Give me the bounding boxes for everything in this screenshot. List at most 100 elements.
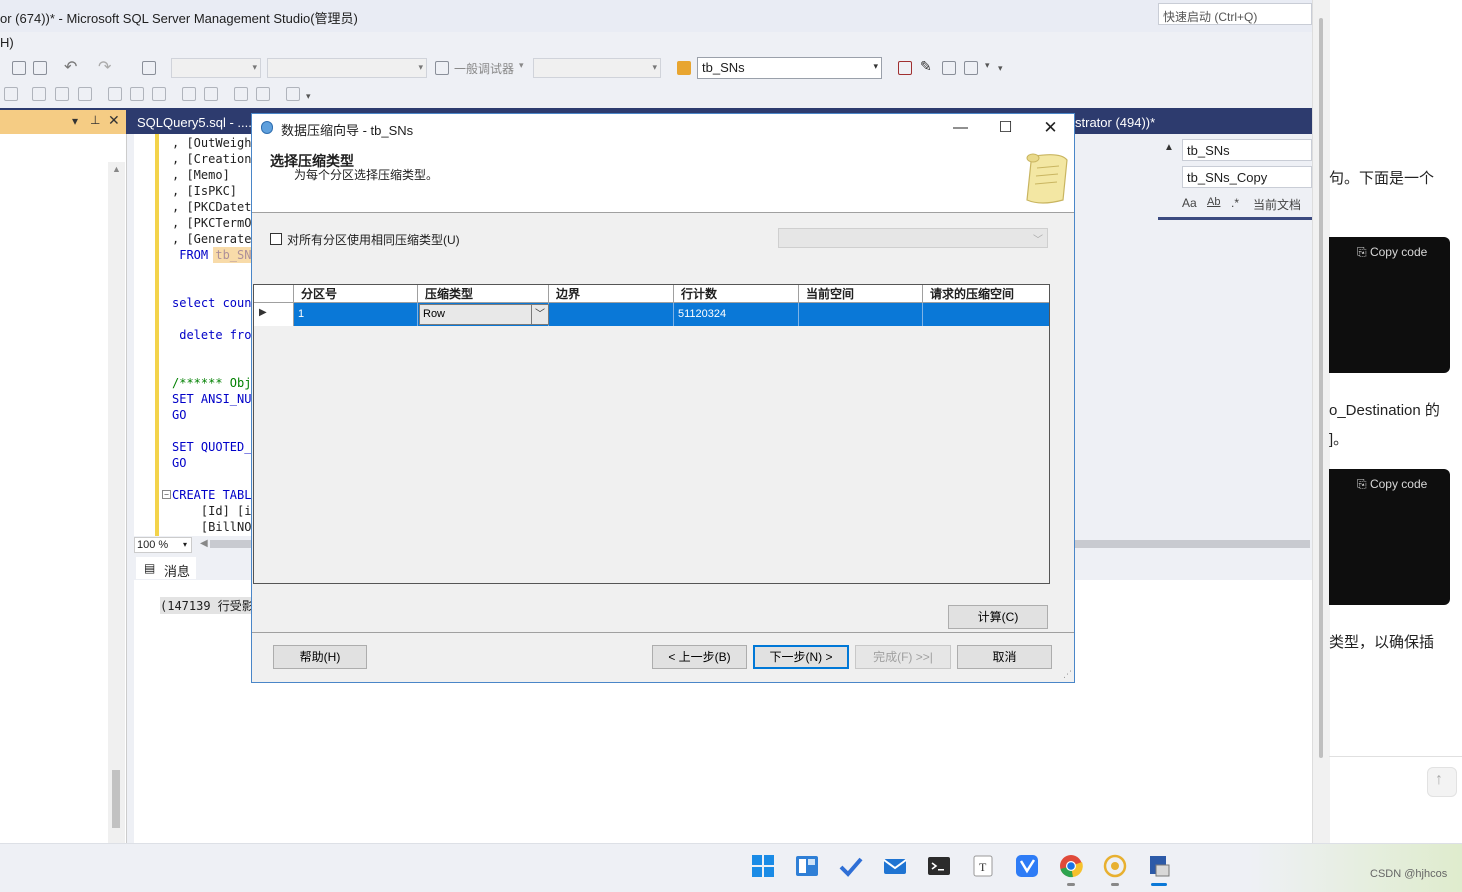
- cancel-button[interactable]: 取消: [957, 645, 1052, 669]
- specify-values-icon[interactable]: [286, 87, 300, 101]
- minimize-button[interactable]: —: [938, 114, 983, 142]
- resize-grip-icon[interactable]: ⋰: [1063, 669, 1072, 680]
- column-header[interactable]: 当前空间: [799, 285, 923, 303]
- object-explorer-scrollbar[interactable]: ▲: [108, 162, 125, 843]
- include-plan-icon[interactable]: [152, 87, 166, 101]
- paste-icon[interactable]: [33, 61, 47, 75]
- tab-other-query[interactable]: strator (494))*: [1075, 110, 1312, 134]
- find-scope-label[interactable]: 当前文档: [1253, 196, 1301, 213]
- row-selector[interactable]: ▶: [254, 303, 294, 326]
- scroll-to-top-button[interactable]: ↑: [1427, 767, 1457, 797]
- chevron-down-icon[interactable]: ▾: [519, 60, 524, 71]
- layout-dropdown-icon[interactable]: ▾: [985, 60, 990, 71]
- platform-combo[interactable]: ▾: [267, 58, 427, 78]
- clipboard-icon: ⎘: [1357, 477, 1370, 491]
- cell-requested-space[interactable]: [923, 303, 1049, 326]
- attach-icon[interactable]: [435, 61, 449, 75]
- debug-icon[interactable]: [142, 61, 156, 75]
- tab-messages[interactable]: ▤ 消息: [136, 557, 196, 579]
- redo-icon[interactable]: ↷: [98, 57, 111, 77]
- collapse-icon[interactable]: −: [162, 490, 171, 499]
- tab-sqlquery5[interactable]: SQLQuery5.sql - ....: [134, 110, 252, 134]
- results-to-text-icon[interactable]: [32, 87, 46, 101]
- object-explorer-scroll-thumb[interactable]: [112, 770, 120, 828]
- indent-icon[interactable]: [256, 87, 270, 101]
- same-compression-label[interactable]: 对所有分区使用相同压缩类型(U): [287, 231, 460, 248]
- toolbar-overflow-icon-2[interactable]: ▾: [306, 91, 311, 102]
- compression-type-select[interactable]: Row ﹀: [419, 304, 549, 325]
- regex-icon[interactable]: .*: [1231, 196, 1239, 210]
- column-header[interactable]: 分区号: [294, 285, 418, 303]
- app-flower-icon[interactable]: [1103, 854, 1127, 878]
- results-to-file-icon[interactable]: [78, 87, 92, 101]
- chrome-icon[interactable]: [1059, 854, 1083, 878]
- uncomment-icon[interactable]: [204, 87, 218, 101]
- debug-target-combo[interactable]: ▾: [533, 58, 661, 78]
- sql-editor[interactable]: , [OutWeight] , [CreationD , [Memo] , [I…: [134, 134, 252, 536]
- close-icon[interactable]: ✕: [108, 112, 120, 129]
- intellisense-icon[interactable]: [130, 87, 144, 101]
- object-explorer-tab[interactable]: ▾ ⊥ ✕: [0, 110, 126, 134]
- toolbox-icon[interactable]: [942, 61, 956, 75]
- cell-current-space[interactable]: [799, 303, 923, 326]
- find-input[interactable]: tb_SNs: [1182, 139, 1312, 161]
- data-compression-wizard-dialog: 数据压缩向导 - tb_SNs — ☐ ✕ 选择压缩类型 为每个分区选择压缩类型…: [251, 113, 1075, 683]
- cell-boundary[interactable]: [549, 303, 674, 326]
- replace-input[interactable]: tb_SNs_Copy: [1182, 166, 1312, 188]
- whole-word-toggle[interactable]: Ab: [1207, 196, 1220, 208]
- chevron-down-icon[interactable]: ﹀: [531, 305, 548, 324]
- column-header[interactable]: 压缩类型: [418, 285, 549, 303]
- wrench-icon[interactable]: ✎: [920, 58, 932, 75]
- typora-icon[interactable]: T: [971, 854, 995, 878]
- scroll-up-icon[interactable]: ▲: [112, 164, 121, 174]
- column-header[interactable]: 行计数: [674, 285, 799, 303]
- toolbar-overflow-icon[interactable]: ▾: [998, 63, 1003, 74]
- connect-icon[interactable]: [4, 87, 18, 101]
- execute-icon[interactable]: [898, 61, 912, 75]
- all-partitions-compression-combo[interactable]: ﹀: [778, 228, 1048, 248]
- code-line: [BillNO]: [172, 520, 252, 534]
- back-button[interactable]: < 上一步(B): [652, 645, 747, 669]
- pane-dropdown-icon[interactable]: ▾: [72, 114, 78, 128]
- query-options-icon[interactable]: [108, 87, 122, 101]
- terminal-icon[interactable]: [927, 854, 951, 878]
- outdent-icon[interactable]: [234, 87, 248, 101]
- widgets-icon[interactable]: [795, 854, 819, 878]
- same-compression-checkbox[interactable]: [270, 233, 282, 245]
- column-header[interactable]: 边界: [549, 285, 674, 303]
- close-button[interactable]: ✕: [1028, 114, 1073, 142]
- next-button[interactable]: 下一步(N) >: [753, 645, 849, 669]
- help-button[interactable]: 帮助(H): [273, 645, 367, 669]
- copy-code-button[interactable]: ⎘ Copy code: [1357, 245, 1427, 260]
- finish-button[interactable]: 完成(F) >>|: [855, 645, 951, 669]
- calculate-button[interactable]: 计算(C): [948, 605, 1048, 629]
- database-combo[interactable]: tb_SNs ▾: [697, 57, 882, 79]
- solution-config-combo[interactable]: ▾: [171, 58, 261, 78]
- table-row[interactable]: 1 51120324: [254, 303, 1049, 326]
- cell-row-count[interactable]: 51120324: [674, 303, 799, 326]
- feishu-icon[interactable]: [1015, 854, 1039, 878]
- zoom-combo[interactable]: 100 % ▾: [134, 537, 192, 553]
- comment-icon[interactable]: [182, 87, 196, 101]
- menu-item-help[interactable]: H): [0, 35, 14, 50]
- maximize-button[interactable]: ☐: [983, 114, 1028, 142]
- mail-icon[interactable]: [883, 854, 907, 878]
- ssms-icon[interactable]: [1147, 854, 1171, 878]
- undo-icon[interactable]: ↶: [64, 57, 77, 77]
- debugger-label[interactable]: 一般调试器: [454, 60, 514, 77]
- pin-icon[interactable]: ⊥: [90, 113, 100, 127]
- quick-launch-input[interactable]: 快速启动 (Ctrl+Q): [1158, 3, 1312, 25]
- scroll-left-icon[interactable]: ◀: [200, 538, 208, 549]
- copy-code-button[interactable]: ⎘ Copy code: [1357, 477, 1427, 492]
- copy-icon[interactable]: [12, 61, 26, 75]
- todo-icon[interactable]: [839, 854, 863, 878]
- browser-scroll-thumb[interactable]: [1319, 18, 1323, 758]
- match-case-toggle[interactable]: Aa: [1182, 196, 1197, 210]
- column-header[interactable]: 请求的压缩空间: [923, 285, 1049, 303]
- cell-partition[interactable]: 1: [294, 303, 418, 326]
- collapse-find-icon[interactable]: ▲: [1164, 142, 1174, 153]
- windows-start-icon[interactable]: [751, 854, 775, 878]
- results-to-grid-icon[interactable]: [55, 87, 69, 101]
- window-layout-icon[interactable]: [964, 61, 978, 75]
- article-text: 句。下面是一个: [1329, 170, 1435, 187]
